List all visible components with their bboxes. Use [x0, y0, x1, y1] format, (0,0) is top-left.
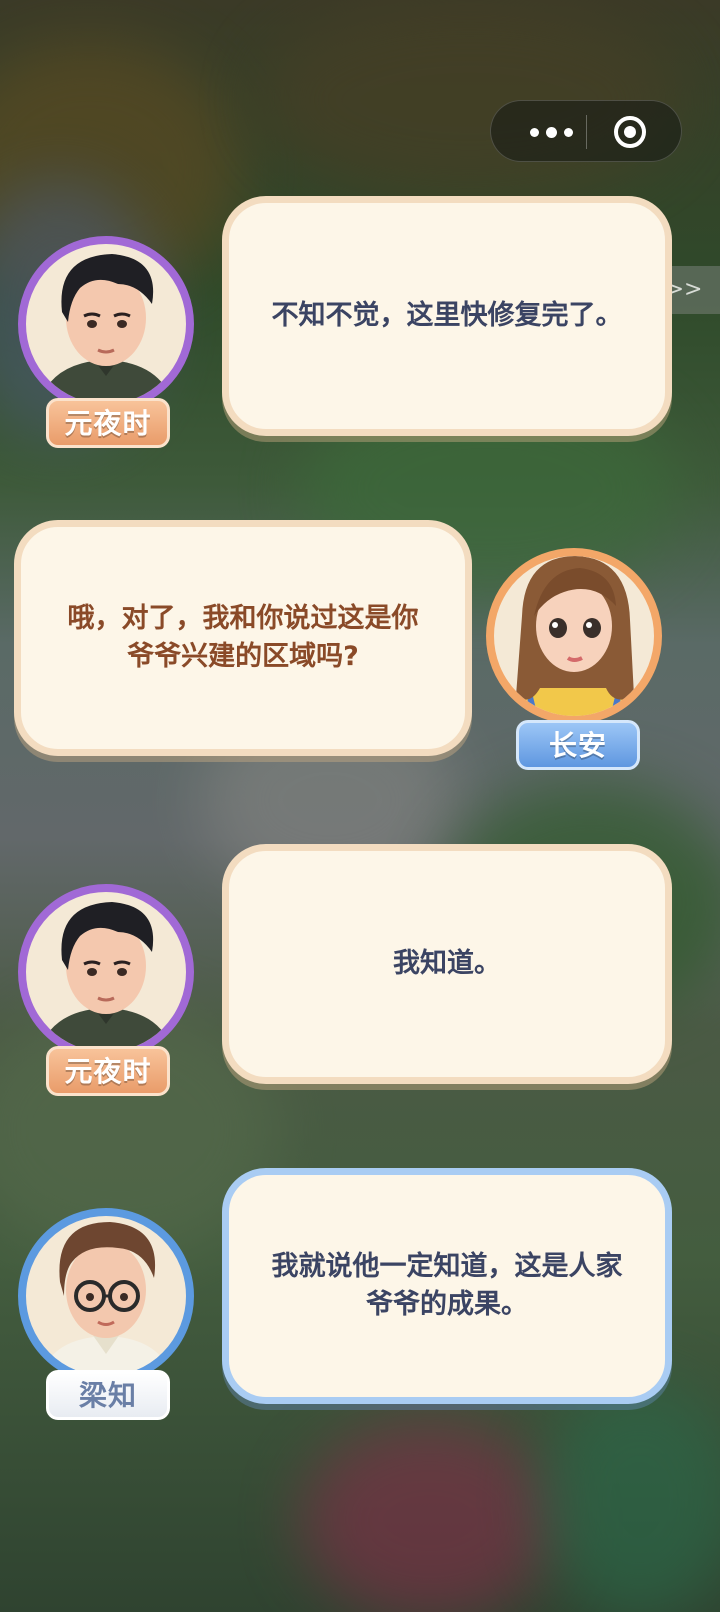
mini-program-capsule [490, 100, 682, 162]
more-dots-icon[interactable] [521, 101, 581, 163]
speaker-nametag: 梁知 [46, 1370, 170, 1420]
target-circle-icon[interactable] [613, 115, 647, 149]
dialogue-bubble[interactable]: 我就说他一定知道，这是人家爷爷的成果。 [222, 1168, 672, 1404]
dialogue-bubble[interactable]: 不知不觉，这里快修复完了。 [222, 196, 672, 436]
avatar[interactable] [18, 1208, 194, 1384]
speaker-nametag: 长安 [516, 720, 640, 770]
avatar[interactable] [486, 548, 662, 724]
dialogue-bubble[interactable]: 哦，对了，我和你说过这是你爷爷兴建的区域吗? [14, 520, 472, 756]
capsule-divider [586, 115, 587, 149]
dialogue-text: 我就说他一定知道，这是人家爷爷的成果。 [271, 1251, 623, 1320]
speaker-nametag: 元夜时 [46, 1046, 170, 1096]
dialogue-bubble[interactable]: 我知道。 [222, 844, 672, 1084]
avatar[interactable] [18, 884, 194, 1060]
dialogue-text: 我知道。 [393, 948, 501, 979]
dialogue-text: 不知不觉，这里快修复完了。 [271, 300, 623, 331]
avatar[interactable] [18, 236, 194, 412]
dialogue-text: 哦，对了，我和你说过这是你爷爷兴建的区域吗? [67, 603, 419, 672]
speaker-nametag: 元夜时 [46, 398, 170, 448]
